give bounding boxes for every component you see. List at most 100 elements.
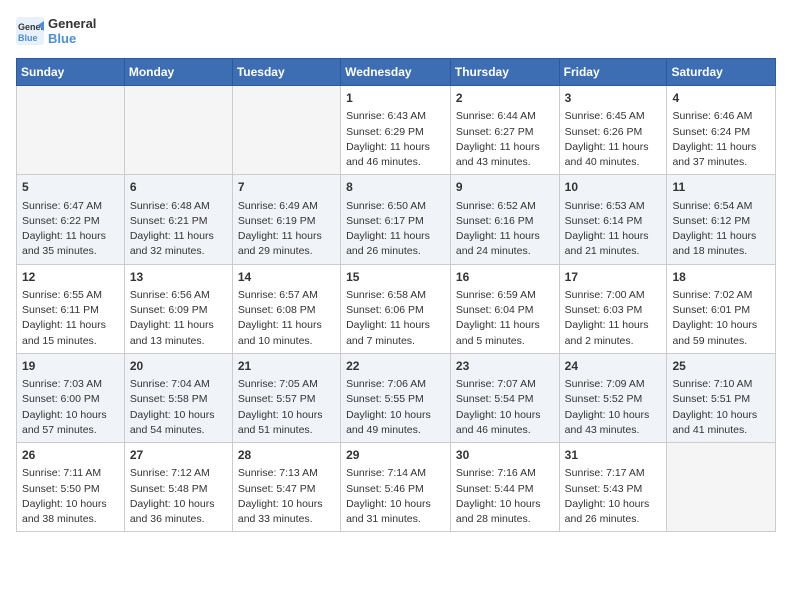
weekday-header-wednesday: Wednesday xyxy=(341,59,451,86)
calendar-cell: 23Sunrise: 7:07 AMSunset: 5:54 PMDayligh… xyxy=(450,353,559,442)
sunset-label: Sunset: 6:12 PM xyxy=(672,215,750,227)
calendar-cell: 31Sunrise: 7:17 AMSunset: 5:43 PMDayligh… xyxy=(559,443,667,532)
day-number: 7 xyxy=(238,179,335,196)
calendar-cell: 1Sunrise: 6:43 AMSunset: 6:29 PMDaylight… xyxy=(341,86,451,175)
day-number: 5 xyxy=(22,179,119,196)
calendar-week-row: 26 Sunrise: 7:11 AM Sunset: 5:50 PM Dayligh… xyxy=(17,443,776,532)
sunset-label: Sunset: 6:09 PM xyxy=(130,304,208,316)
daylight-label: Daylight: 11 hours and 43 minutes. xyxy=(456,141,540,168)
sunset-label: Sunset: 6:01 PM xyxy=(672,304,750,316)
sunrise-label: Sunrise: 7:05 AM xyxy=(238,378,318,390)
weekday-header-tuesday: Tuesday xyxy=(232,59,340,86)
calendar-cell: 16Sunrise: 6:59 AMSunset: 6:04 PMDayligh… xyxy=(450,264,559,353)
daylight-label: Daylight: 11 hours and 29 minutes. xyxy=(238,230,322,257)
day-info: Sunrise: 6:49 AMSunset: 6:19 PMDaylight:… xyxy=(238,199,335,260)
day-number: 14 xyxy=(238,269,335,286)
calendar-header: SundayMondayTuesdayWednesdayThursdayFrid… xyxy=(17,59,776,86)
sunrise-label: Sunrise: 7:11 AM xyxy=(22,467,101,479)
sunset-label: Sunset: 5:50 PM xyxy=(22,483,100,495)
logo-blue: Blue xyxy=(48,31,96,46)
day-info: Sunrise: 7:12 AMSunset: 5:48 PMDaylight:… xyxy=(130,466,227,527)
sunset-label: Sunset: 6:04 PM xyxy=(456,304,534,316)
sunrise-label: Sunrise: 6:44 AM xyxy=(456,110,536,122)
weekday-header-thursday: Thursday xyxy=(450,59,559,86)
day-number: 9 xyxy=(456,179,554,196)
daylight-label: Daylight: 10 hours and 43 minutes. xyxy=(565,409,650,436)
day-number: 19 xyxy=(22,358,119,375)
day-info: Sunrise: 7:03 AMSunset: 6:00 PMDaylight:… xyxy=(22,377,119,438)
calendar-cell xyxy=(17,86,125,175)
sunset-label: Sunset: 5:46 PM xyxy=(346,483,424,495)
sunset-label: Sunset: 5:47 PM xyxy=(238,483,316,495)
sunrise-label: Sunrise: 6:46 AM xyxy=(672,110,752,122)
weekday-header-friday: Friday xyxy=(559,59,667,86)
logo: General Blue General Blue xyxy=(16,16,96,46)
day-number: 31 xyxy=(565,447,662,464)
day-info: Sunrise: 7:02 AMSunset: 6:01 PMDaylight:… xyxy=(672,288,770,349)
day-number: 11 xyxy=(672,179,770,196)
day-number: 23 xyxy=(456,358,554,375)
sunset-label: Sunset: 6:24 PM xyxy=(672,126,750,138)
sunset-label: Sunset: 6:27 PM xyxy=(456,126,534,138)
day-info: Sunrise: 7:10 AMSunset: 5:51 PMDaylight:… xyxy=(672,377,770,438)
daylight-label: Daylight: 11 hours and 35 minutes. xyxy=(22,230,106,257)
day-info: Sunrise: 7:17 AMSunset: 5:43 PMDaylight:… xyxy=(565,466,662,527)
sunrise-label: Sunrise: 7:02 AM xyxy=(672,289,752,301)
calendar-cell: 14Sunrise: 6:57 AMSunset: 6:08 PMDayligh… xyxy=(232,264,340,353)
day-info: Sunrise: 6:59 AMSunset: 6:04 PMDaylight:… xyxy=(456,288,554,349)
sunset-label: Sunset: 6:26 PM xyxy=(565,126,643,138)
day-info: Sunrise: 6:50 AMSunset: 6:17 PMDaylight:… xyxy=(346,199,445,260)
day-info: Sunrise: 6:58 AMSunset: 6:06 PMDaylight:… xyxy=(346,288,445,349)
day-number: 2 xyxy=(456,90,554,107)
calendar-week-row: 19 Sunrise: 7:03 AMSunset: 6:00 PMDayligh… xyxy=(17,353,776,442)
daylight-label: Daylight: 10 hours and 28 minutes. xyxy=(456,498,541,525)
sunset-label: Sunset: 6:19 PM xyxy=(238,215,316,227)
calendar-cell: 24 Sunrise: 7:09 AM Sunset: 5:52 PM Dayligh… xyxy=(559,353,667,442)
daylight-label: Daylight: 11 hours and 13 minutes. xyxy=(130,319,214,346)
day-number: 24 xyxy=(565,358,662,375)
sunset-label: Sunset: 5:51 PM xyxy=(672,393,750,405)
svg-text:Blue: Blue xyxy=(18,33,38,43)
calendar-cell: 11Sunrise: 6:54 AMSunset: 6:12 PMDayligh… xyxy=(667,175,776,264)
sunset-label: Sunset: 5:57 PM xyxy=(238,393,316,405)
sunset-label: Sunset: 6:08 PM xyxy=(238,304,316,316)
sunrise-label: Sunrise: 6:43 AM xyxy=(346,110,426,122)
sunset-label: Sunset: 6:11 PM xyxy=(22,304,99,316)
calendar-cell xyxy=(232,86,340,175)
day-info: Sunrise: 7:13 AMSunset: 5:47 PMDaylight:… xyxy=(238,466,335,527)
sunset-label: Sunset: 6:14 PM xyxy=(565,215,643,227)
sunset-label: Sunset: 5:43 PM xyxy=(565,483,643,495)
day-info: Sunrise: 7:05 AMSunset: 5:57 PMDaylight:… xyxy=(238,377,335,438)
calendar-cell: 25Sunrise: 7:10 AMSunset: 5:51 PMDayligh… xyxy=(667,353,776,442)
sunset-label: Sunset: 6:00 PM xyxy=(22,393,100,405)
daylight-label: Daylight: 11 hours and 2 minutes. xyxy=(565,319,649,346)
sunrise-label: Sunrise: 7:09 AM xyxy=(565,378,645,390)
day-info: Sunrise: 7:11 AMSunset: 5:50 PMDaylight:… xyxy=(22,466,119,527)
weekday-header-sunday: Sunday xyxy=(17,59,125,86)
sunset-label: Sunset: 5:52 PM xyxy=(565,393,643,405)
sunset-label: Sunset: 6:21 PM xyxy=(130,215,208,227)
day-info: Sunrise: 7:16 AMSunset: 5:44 PMDaylight:… xyxy=(456,466,554,527)
calendar-cell: 6Sunrise: 6:48 AMSunset: 6:21 PMDaylight… xyxy=(124,175,232,264)
sunrise-label: Sunrise: 7:06 AM xyxy=(346,378,426,390)
day-info: Sunrise: 6:47 AMSunset: 6:22 PMDaylight:… xyxy=(22,199,119,260)
daylight-label: Daylight: 11 hours and 32 minutes. xyxy=(130,230,214,257)
daylight-label: Daylight: 11 hours and 10 minutes. xyxy=(238,319,322,346)
sunrise-label: Sunrise: 6:47 AM xyxy=(22,200,102,212)
daylight-label: Daylight: 10 hours and 49 minutes. xyxy=(346,409,431,436)
day-number: 12 xyxy=(22,269,119,286)
day-number: 26 xyxy=(22,447,119,464)
sunset-label: Sunset: 5:44 PM xyxy=(456,483,534,495)
daylight-label: Daylight: 11 hours and 46 minutes. xyxy=(346,141,430,168)
sunset-label: Sunset: 6:17 PM xyxy=(346,215,424,227)
daylight-label: Daylight: 11 hours and 7 minutes. xyxy=(346,319,430,346)
day-info: Sunrise: 6:44 AM Sunset: 6:27 PM Daylight:… xyxy=(456,109,554,170)
sunset-label: Sunset: 5:55 PM xyxy=(346,393,424,405)
day-number: 22 xyxy=(346,358,445,375)
weekday-header-monday: Monday xyxy=(124,59,232,86)
daylight-label: Daylight: 11 hours and 26 minutes. xyxy=(346,230,430,257)
sunrise-label: Sunrise: 7:17 AM xyxy=(565,467,645,479)
calendar-week-row: 1Sunrise: 6:43 AMSunset: 6:29 PMDaylight… xyxy=(17,86,776,175)
daylight-label: Daylight: 11 hours and 37 minutes. xyxy=(672,141,756,168)
sunrise-label: Sunrise: 6:59 AM xyxy=(456,289,536,301)
